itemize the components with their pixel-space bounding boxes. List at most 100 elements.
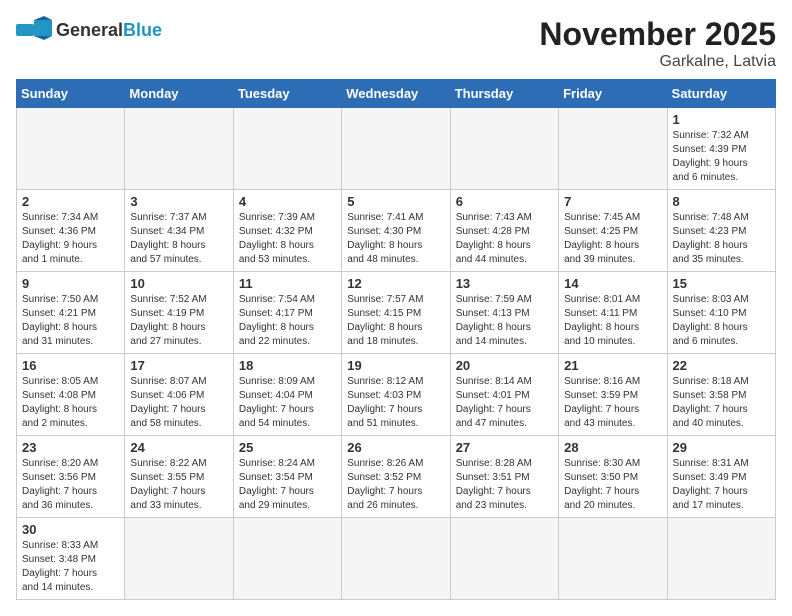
day-info: Sunrise: 7:52 AM Sunset: 4:19 PM Dayligh… <box>130 293 227 349</box>
day-info: Sunrise: 8:24 AM Sunset: 3:54 PM Dayligh… <box>239 457 336 513</box>
day-number: 1 <box>673 112 770 127</box>
calendar-cell: 26 Sunrise: 8:26 AM Sunset: 3:52 PM Dayli… <box>342 436 450 518</box>
calendar-cell: 7 Sunrise: 7:45 AM Sunset: 4:25 PM Daylig… <box>559 190 667 272</box>
day-info: Sunrise: 8:05 AM Sunset: 4:08 PM Dayligh… <box>22 375 119 431</box>
title-block: November 2025 Garkalne, Latvia <box>539 16 776 71</box>
day-info: Sunrise: 7:50 AM Sunset: 4:21 PM Dayligh… <box>22 293 119 349</box>
calendar-cell: 25Sunrise: 8:24 AM Sunset: 3:54 PM Dayli… <box>233 436 341 518</box>
day-info: Sunrise: 8:03 AM Sunset: 4:10 PM Dayligh… <box>673 293 770 349</box>
location: Garkalne, Latvia <box>539 53 776 71</box>
day-number: 23 <box>22 440 119 455</box>
weekday-header-thursday: Thursday <box>450 80 558 108</box>
calendar-cell: 12Sunrise: 7:57 AM Sunset: 4:15 PM Dayli… <box>342 272 450 354</box>
day-info: Sunrise: 8:16 AM Sunset: 3:59 PM Dayligh… <box>564 375 661 431</box>
day-number: 11 <box>239 276 336 291</box>
day-info: Sunrise: 7:59 AM Sunset: 4:13 PM Dayligh… <box>456 293 553 349</box>
calendar-cell <box>667 518 775 600</box>
weekday-header-saturday: Saturday <box>667 80 775 108</box>
day-number: 10 <box>130 276 227 291</box>
day-info: Sunrise: 8:30 AM Sunset: 3:50 PM Dayligh… <box>564 457 661 513</box>
calendar-cell: 18Sunrise: 8:09 AM Sunset: 4:04 PM Dayli… <box>233 354 341 436</box>
calendar-cell <box>233 108 341 190</box>
calendar-cell <box>342 518 450 600</box>
day-info: Sunrise: 7:39 AM Sunset: 4:32 PM Dayligh… <box>239 211 336 267</box>
calendar-cell: 8 Sunrise: 7:48 AM Sunset: 4:23 PM Daylig… <box>667 190 775 272</box>
day-number: 3 <box>130 194 227 209</box>
weekday-header-monday: Monday <box>125 80 233 108</box>
calendar-cell <box>125 108 233 190</box>
day-info: Sunrise: 8:14 AM Sunset: 4:01 PM Dayligh… <box>456 375 553 431</box>
calendar-cell: 6Sunrise: 7:43 AM Sunset: 4:28 PM Daylig… <box>450 190 558 272</box>
day-number: 30 <box>22 522 119 537</box>
weekday-header-wednesday: Wednesday <box>342 80 450 108</box>
calendar-cell <box>450 108 558 190</box>
weekday-header-sunday: Sunday <box>17 80 125 108</box>
day-number: 8 <box>673 194 770 209</box>
calendar-cell: 20 Sunrise: 8:14 AM Sunset: 4:01 PM Dayli… <box>450 354 558 436</box>
month-year: November 2025 <box>539 16 776 53</box>
day-info: Sunrise: 8:07 AM Sunset: 4:06 PM Dayligh… <box>130 375 227 431</box>
calendar-cell: 19 Sunrise: 8:12 AM Sunset: 4:03 PM Dayli… <box>342 354 450 436</box>
weekday-header-row: SundayMondayTuesdayWednesdayThursdayFrid… <box>17 80 776 108</box>
calendar-cell <box>450 518 558 600</box>
weekday-header-friday: Friday <box>559 80 667 108</box>
week-row-3: 16 Sunrise: 8:05 AM Sunset: 4:08 PM Dayli… <box>17 354 776 436</box>
day-info: Sunrise: 8:20 AM Sunset: 3:56 PM Dayligh… <box>22 457 119 513</box>
day-info: Sunrise: 7:32 AM Sunset: 4:39 PM Dayligh… <box>673 129 770 185</box>
day-number: 26 <box>347 440 444 455</box>
day-number: 13 <box>456 276 553 291</box>
calendar-cell: 29Sunrise: 8:31 AM Sunset: 3:49 PM Dayli… <box>667 436 775 518</box>
calendar-cell <box>233 518 341 600</box>
day-number: 28 <box>564 440 661 455</box>
day-number: 22 <box>673 358 770 373</box>
day-info: Sunrise: 7:54 AM Sunset: 4:17 PM Dayligh… <box>239 293 336 349</box>
calendar-cell <box>17 108 125 190</box>
calendar-cell: 17 Sunrise: 8:07 AM Sunset: 4:06 PM Dayli… <box>125 354 233 436</box>
calendar-cell: 10 Sunrise: 7:52 AM Sunset: 4:19 PM Dayli… <box>125 272 233 354</box>
day-info: Sunrise: 8:12 AM Sunset: 4:03 PM Dayligh… <box>347 375 444 431</box>
logo-icon <box>16 16 52 44</box>
calendar-cell <box>125 518 233 600</box>
day-number: 27 <box>456 440 553 455</box>
week-row-0: 1 Sunrise: 7:32 AM Sunset: 4:39 PM Daylig… <box>17 108 776 190</box>
header: GeneralBlue November 2025 Garkalne, Latv… <box>16 16 776 71</box>
day-number: 21 <box>564 358 661 373</box>
day-number: 19 <box>347 358 444 373</box>
calendar-cell <box>559 108 667 190</box>
day-number: 18 <box>239 358 336 373</box>
day-info: Sunrise: 7:37 AM Sunset: 4:34 PM Dayligh… <box>130 211 227 267</box>
day-number: 16 <box>22 358 119 373</box>
calendar-cell: 4Sunrise: 7:39 AM Sunset: 4:32 PM Daylig… <box>233 190 341 272</box>
calendar-cell: 1 Sunrise: 7:32 AM Sunset: 4:39 PM Daylig… <box>667 108 775 190</box>
day-number: 7 <box>564 194 661 209</box>
day-number: 9 <box>22 276 119 291</box>
day-info: Sunrise: 7:34 AM Sunset: 4:36 PM Dayligh… <box>22 211 119 267</box>
calendar-cell: 24Sunrise: 8:22 AM Sunset: 3:55 PM Dayli… <box>125 436 233 518</box>
day-info: Sunrise: 7:43 AM Sunset: 4:28 PM Dayligh… <box>456 211 553 267</box>
week-row-4: 23 Sunrise: 8:20 AM Sunset: 3:56 PM Dayli… <box>17 436 776 518</box>
day-info: Sunrise: 7:48 AM Sunset: 4:23 PM Dayligh… <box>673 211 770 267</box>
calendar-cell: 30 Sunrise: 8:33 AM Sunset: 3:48 PM Dayli… <box>17 518 125 600</box>
day-number: 29 <box>673 440 770 455</box>
calendar-cell: 28 Sunrise: 8:30 AM Sunset: 3:50 PM Dayli… <box>559 436 667 518</box>
calendar-cell: 23 Sunrise: 8:20 AM Sunset: 3:56 PM Dayli… <box>17 436 125 518</box>
day-info: Sunrise: 7:41 AM Sunset: 4:30 PM Dayligh… <box>347 211 444 267</box>
day-number: 15 <box>673 276 770 291</box>
week-row-1: 2Sunrise: 7:34 AM Sunset: 4:36 PM Daylig… <box>17 190 776 272</box>
calendar-cell: 11 Sunrise: 7:54 AM Sunset: 4:17 PM Dayli… <box>233 272 341 354</box>
day-number: 5 <box>347 194 444 209</box>
day-info: Sunrise: 8:33 AM Sunset: 3:48 PM Dayligh… <box>22 539 119 595</box>
calendar-cell: 13 Sunrise: 7:59 AM Sunset: 4:13 PM Dayli… <box>450 272 558 354</box>
day-number: 20 <box>456 358 553 373</box>
day-info: Sunrise: 8:26 AM Sunset: 3:52 PM Dayligh… <box>347 457 444 513</box>
calendar-cell: 16 Sunrise: 8:05 AM Sunset: 4:08 PM Dayli… <box>17 354 125 436</box>
day-number: 24 <box>130 440 227 455</box>
calendar-cell <box>342 108 450 190</box>
calendar-cell <box>559 518 667 600</box>
calendar-cell: 14Sunrise: 8:01 AM Sunset: 4:11 PM Dayli… <box>559 272 667 354</box>
day-info: Sunrise: 7:45 AM Sunset: 4:25 PM Dayligh… <box>564 211 661 267</box>
day-number: 17 <box>130 358 227 373</box>
calendar-cell: 22Sunrise: 8:18 AM Sunset: 3:58 PM Dayli… <box>667 354 775 436</box>
calendar-cell: 9 Sunrise: 7:50 AM Sunset: 4:21 PM Daylig… <box>17 272 125 354</box>
calendar-cell: 3 Sunrise: 7:37 AM Sunset: 4:34 PM Daylig… <box>125 190 233 272</box>
